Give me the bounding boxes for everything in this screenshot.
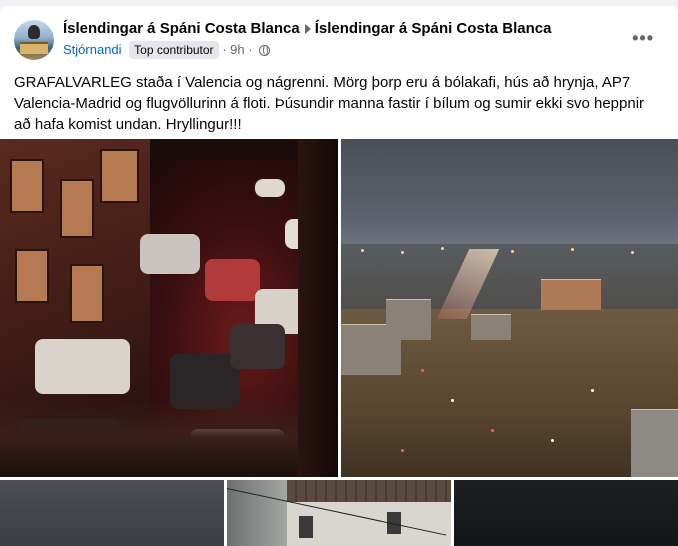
photo-houses[interactable] — [227, 480, 451, 546]
debris — [0, 397, 338, 477]
photo-grey-sky[interactable] — [0, 480, 224, 546]
photo-aerial-flood[interactable] — [341, 139, 678, 477]
group-name[interactable]: Íslendingar á Spáni Costa Blanca — [315, 20, 552, 37]
post-card: Íslendingar á Spáni Costa Blanca Íslendin… — [0, 6, 678, 546]
arrow-right-icon — [304, 24, 311, 35]
photo-dark-sky[interactable] — [454, 480, 678, 546]
role-label: Stjórnandi — [63, 42, 122, 57]
post-header: Íslendingar á Spáni Costa Blanca Íslendin… — [14, 18, 668, 62]
author-name[interactable]: Íslendingar á Spáni Costa Blanca — [63, 20, 300, 37]
window — [10, 159, 44, 213]
car-light — [551, 439, 554, 442]
city-light — [511, 250, 514, 253]
window — [299, 516, 313, 538]
post-time[interactable]: 9h — [230, 42, 244, 57]
city-light — [401, 251, 404, 254]
photo-flooded-street[interactable] — [0, 139, 338, 477]
sky — [341, 139, 678, 249]
post-meta: Stjórnandi Top contributor · 9h · — [63, 41, 271, 59]
city-light — [571, 248, 574, 251]
car — [230, 324, 285, 369]
building — [471, 314, 511, 340]
car-light — [451, 399, 454, 402]
car — [140, 234, 200, 274]
post-text: GRAFALVARLEG staða í Valencia og nágrenn… — [14, 74, 645, 133]
car — [255, 179, 285, 197]
window — [60, 179, 94, 238]
building — [541, 279, 601, 310]
car-light — [401, 449, 404, 452]
window — [15, 249, 49, 303]
car-light — [421, 369, 424, 372]
car-light — [591, 389, 594, 392]
city-light — [441, 247, 444, 250]
city-light — [361, 249, 364, 252]
city-light — [631, 251, 634, 254]
top-contributor-badge[interactable]: Top contributor — [129, 41, 219, 59]
car-light — [491, 429, 494, 432]
avatar-figure — [28, 25, 40, 39]
group-avatar[interactable] — [14, 20, 54, 60]
car — [205, 259, 260, 301]
time-separator: · — [248, 42, 253, 57]
building-wall — [298, 139, 338, 477]
meta-separator: · — [222, 42, 227, 57]
avatar-building — [20, 42, 48, 54]
author-line: Íslendingar á Spáni Costa Blanca Íslendin… — [63, 20, 551, 37]
tiled-roof — [287, 480, 451, 502]
window — [70, 264, 104, 323]
window — [100, 149, 139, 203]
more-options-icon[interactable]: ••• — [632, 28, 654, 49]
building — [386, 299, 431, 340]
van — [35, 339, 130, 394]
globe-icon — [259, 45, 271, 56]
building — [631, 409, 678, 477]
